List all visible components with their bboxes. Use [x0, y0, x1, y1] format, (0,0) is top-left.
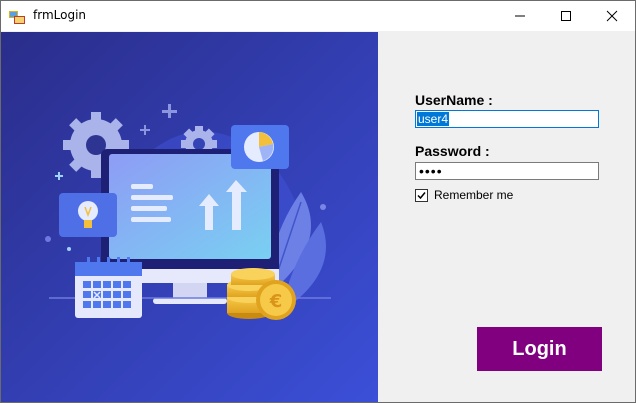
- minimize-button[interactable]: [497, 1, 543, 31]
- calendar-icon: [75, 257, 142, 318]
- illustration: €: [1, 32, 378, 402]
- login-button[interactable]: Login: [477, 327, 602, 371]
- minimize-icon: [515, 15, 525, 17]
- password-input[interactable]: ••••: [415, 162, 599, 180]
- maximize-icon: [561, 11, 571, 21]
- pie-chart-icon: [231, 125, 289, 169]
- maximize-button[interactable]: [543, 1, 589, 31]
- login-form: UserName : user4 Password : •••• Remembe…: [378, 32, 635, 402]
- remember-me-label[interactable]: Remember me: [434, 188, 513, 202]
- title-bar: frmLogin: [1, 1, 635, 31]
- close-button[interactable]: [589, 1, 635, 31]
- username-input[interactable]: user4: [415, 110, 599, 128]
- svg-text:€: €: [269, 291, 283, 312]
- username-value: user4: [417, 112, 450, 126]
- lightbulb-icon: [59, 193, 117, 237]
- close-icon: [606, 10, 618, 22]
- app-icon: [9, 11, 25, 24]
- login-window: frmLogin € UserName: user4 Password: •…: [0, 0, 636, 403]
- remember-me-checkbox[interactable]: [415, 189, 428, 202]
- password-label: Password :: [415, 143, 490, 159]
- username-label: UserName :: [415, 92, 493, 108]
- checkmark-icon: [417, 192, 426, 200]
- window-title: frmLogin: [33, 8, 87, 22]
